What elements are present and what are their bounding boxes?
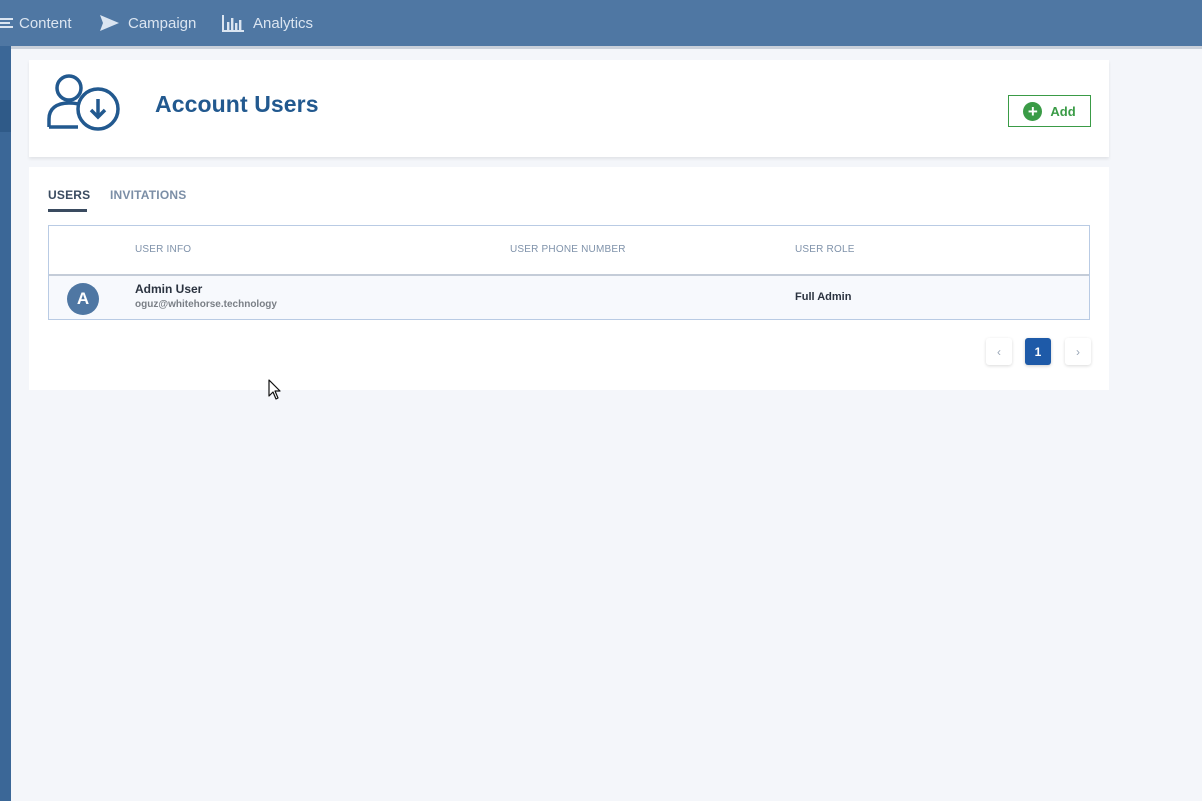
page-header-card: Account Users + Add [29, 60, 1109, 157]
topbar-divider [11, 46, 1202, 49]
send-icon [99, 14, 120, 32]
user-role: Full Admin [795, 291, 852, 303]
active-tab-indicator [48, 209, 87, 212]
user-download-icon [46, 73, 124, 138]
mouse-cursor-icon [268, 379, 282, 406]
users-content-card: USERS INVITATIONS USER INFO USER PHONE N… [29, 167, 1109, 390]
tab-users[interactable]: USERS [48, 188, 90, 202]
nav-item-content-label: Content [19, 14, 72, 32]
pagination-page-1[interactable]: 1 [1025, 338, 1051, 365]
top-navigation-bar: Content Campaign Analytics [0, 0, 1202, 46]
sidebar-active-item[interactable] [0, 100, 11, 132]
users-table: USER INFO USER PHONE NUMBER USER ROLE A … [48, 225, 1090, 320]
nav-item-analytics[interactable]: Analytics [222, 0, 313, 46]
nav-item-campaign[interactable]: Campaign [99, 0, 196, 46]
avatar: A [67, 283, 99, 315]
bar-chart-icon [222, 14, 245, 32]
column-header-user-info[interactable]: USER INFO [135, 244, 191, 255]
user-email: oguz@whitehorse.technology [135, 299, 277, 310]
sidebar[interactable] [0, 46, 11, 801]
chevron-left-icon: ‹ [997, 344, 1001, 359]
column-header-phone[interactable]: USER PHONE NUMBER [510, 244, 626, 255]
add-user-button[interactable]: + Add [1008, 95, 1091, 127]
chevron-right-icon: › [1076, 344, 1080, 359]
add-button-label: Add [1050, 103, 1076, 119]
nav-item-content[interactable]: Content [0, 0, 72, 46]
tab-invitations[interactable]: INVITATIONS [110, 188, 186, 202]
nav-item-analytics-label: Analytics [253, 14, 314, 32]
user-name: Admin User [135, 282, 203, 296]
menu-lines-icon [0, 16, 13, 30]
table-header: USER INFO USER PHONE NUMBER USER ROLE [49, 226, 1089, 276]
column-header-role[interactable]: USER ROLE [795, 244, 855, 255]
pagination-prev-button[interactable]: ‹ [986, 338, 1012, 365]
page-title: Account Users [155, 91, 319, 117]
pagination-next-button[interactable]: › [1065, 338, 1091, 365]
plus-circle-icon: + [1023, 101, 1043, 121]
table-row[interactable]: A Admin User oguz@whitehorse.technology … [49, 276, 1089, 319]
nav-item-campaign-label: Campaign [128, 14, 197, 32]
